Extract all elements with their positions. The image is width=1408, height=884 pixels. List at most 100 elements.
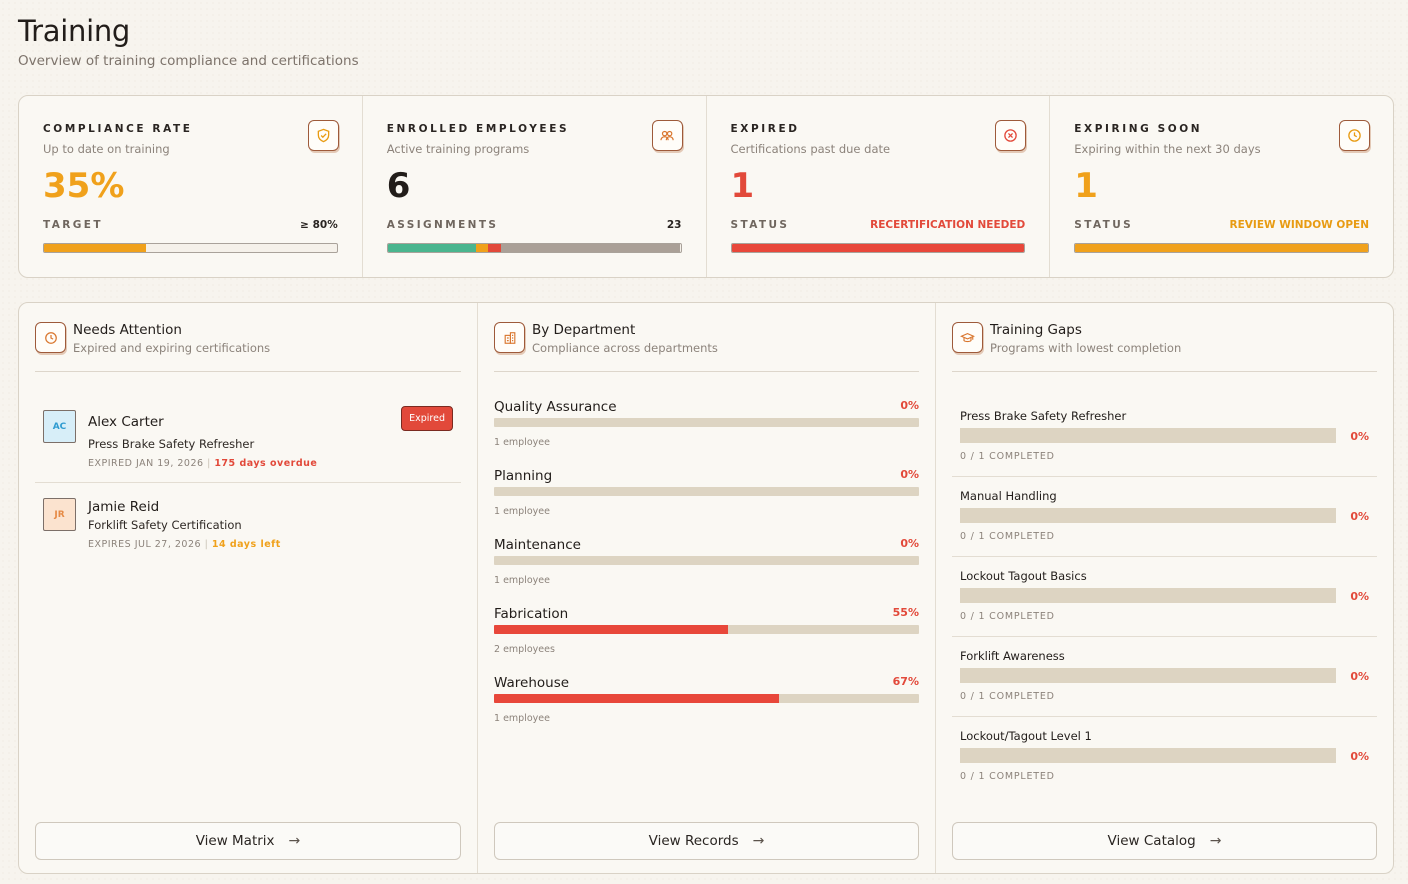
stat-label: EXPIRED [730,123,800,135]
department-row[interactable]: Fabrication 55% 2 employees [494,606,919,656]
program-percent: 0% [1350,750,1369,763]
stat-progress-bar [43,243,338,253]
department-name: Quality Assurance [494,399,617,415]
stat-description: Active training programs [386,142,530,156]
users-icon [651,120,683,151]
program-progress-bar [960,668,1336,683]
gap-row[interactable]: Forklift Awareness 0% 0 / 1 COMPLETED [960,649,1369,705]
divider [952,716,1377,717]
stat-sub-label: TARGET [43,219,103,231]
divider [35,371,461,372]
program-name: Forklift Awareness [960,649,1065,663]
progress-segment [387,244,476,252]
page-title: Training [18,14,131,48]
list-item[interactable]: AC Alex Carter Press Brake Safety Refres… [35,399,461,483]
stat-label: COMPLIANCE RATE [43,123,193,135]
stat-description: Up to date on training [43,142,170,156]
divider [952,636,1377,637]
panel-title: Needs Attention [73,322,182,338]
department-percent: 0% [900,468,919,481]
shield-check-icon [307,120,339,151]
expiry-meta: EXPIRES JUL 27, 2026 | 14 days left [88,539,281,550]
department-progress-bar [494,694,919,703]
divider [952,556,1377,557]
department-row[interactable]: Quality Assurance 0% 1 employee [494,399,919,449]
department-name: Planning [494,468,553,484]
stat-sub-label: STATUS [730,219,790,231]
department-employee-count: 2 employees [494,644,555,655]
x-circle-icon [995,120,1027,151]
department-progress-fill [494,625,728,634]
stat-sub-value: RECERTIFICATION NEEDED [870,219,1026,231]
stat-value: 6 [386,166,411,206]
program-name: Lockout Tagout Basics [960,569,1087,583]
department-employee-count: 1 employee [494,506,550,517]
view-matrix-button[interactable]: View Matrix → [35,822,461,860]
department-progress-fill [494,694,779,703]
divider [952,371,1377,372]
expiry-status: 14 days left [211,539,281,550]
list-item[interactable]: JR Jamie Reid Forklift Safety Certificat… [35,483,461,559]
button-label: View Catalog [1107,833,1196,849]
panel-description: Compliance across departments [532,341,718,355]
program-completed-count: 0 / 1 COMPLETED [960,451,1055,462]
department-progress-bar [494,418,919,427]
button-label: View Matrix [195,833,275,849]
department-row[interactable]: Warehouse 67% 1 employee [494,675,919,725]
gap-row[interactable]: Lockout Tagout Basics 0% 0 / 1 COMPLETED [960,569,1369,625]
department-name: Warehouse [494,675,570,691]
stat-enrolled-employees: ENROLLED EMPLOYEES Active training progr… [363,96,707,277]
gap-row[interactable]: Manual Handling 0% 0 / 1 COMPLETED [960,489,1369,545]
program-percent: 0% [1350,510,1369,523]
department-employee-count: 1 employee [494,437,550,448]
department-percent: 0% [900,537,919,550]
arrow-right-icon: → [288,833,301,849]
stat-sub-value: ≥ 80% [300,219,338,231]
progress-segment [475,244,489,252]
arrow-right-icon: → [752,833,765,849]
program-progress-bar [960,428,1336,443]
department-progress-bar [494,556,919,565]
view-records-button[interactable]: View Records → [494,822,919,860]
program-percent: 0% [1350,430,1369,443]
gap-row[interactable]: Press Brake Safety Refresher 0% 0 / 1 COMP… [960,409,1369,465]
stat-sub-value: REVIEW WINDOW OPEN [1229,219,1369,231]
stat-compliance-rate: COMPLIANCE RATE Up to date on training 3… [19,96,363,277]
arrow-right-icon: → [1209,833,1222,849]
divider [494,371,919,372]
department-row[interactable]: Maintenance 0% 1 employee [494,537,919,587]
panels-card: Needs Attention Expired and expiring cer… [18,302,1394,874]
department-employee-count: 1 employee [494,713,550,724]
stat-label: EXPIRING SOON [1074,123,1203,135]
program-completed-count: 0 / 1 COMPLETED [960,771,1055,782]
expiry-status: 175 days overdue [214,458,318,469]
progress-segment [1075,244,1368,252]
progress-segment [501,244,681,252]
panel-title: By Department [532,322,636,338]
stat-expiring-soon: EXPIRING SOON Expiring within the next 3… [1050,96,1393,277]
stat-expired: EXPIRED Certifications past due date 1 S… [707,96,1051,277]
program-name: Lockout/Tagout Level 1 [960,729,1092,743]
department-row[interactable]: Planning 0% 1 employee [494,468,919,518]
program-completed-count: 0 / 1 COMPLETED [960,611,1055,622]
progress-segment [44,244,147,252]
expiry-meta: EXPIRED JAN 19, 2026 | 175 days overdue [88,458,317,469]
avatar: JR [43,498,76,531]
program-completed-count: 0 / 1 COMPLETED [960,531,1055,542]
expiry-date: EXPIRED JAN 19, 2026 [88,458,204,469]
page-subtitle: Overview of training compliance and cert… [18,53,359,69]
gap-row[interactable]: Lockout/Tagout Level 1 0% 0 / 1 COMPLETED [960,729,1369,785]
stat-value: 1 [730,166,755,206]
program-progress-bar [960,588,1336,603]
divider [952,476,1377,477]
employee-name: Jamie Reid [88,499,160,515]
meta-separator: | [207,458,211,469]
course-name: Forklift Safety Certification [88,518,242,532]
button-label: View Records [648,833,739,849]
course-name: Press Brake Safety Refresher [88,437,255,451]
clock-icon [1339,120,1370,151]
expiry-date: EXPIRES JUL 27, 2026 [88,539,202,550]
meta-separator: | [204,539,209,550]
view-catalog-button[interactable]: View Catalog → [952,822,1377,860]
employee-name: Alex Carter [88,414,164,430]
